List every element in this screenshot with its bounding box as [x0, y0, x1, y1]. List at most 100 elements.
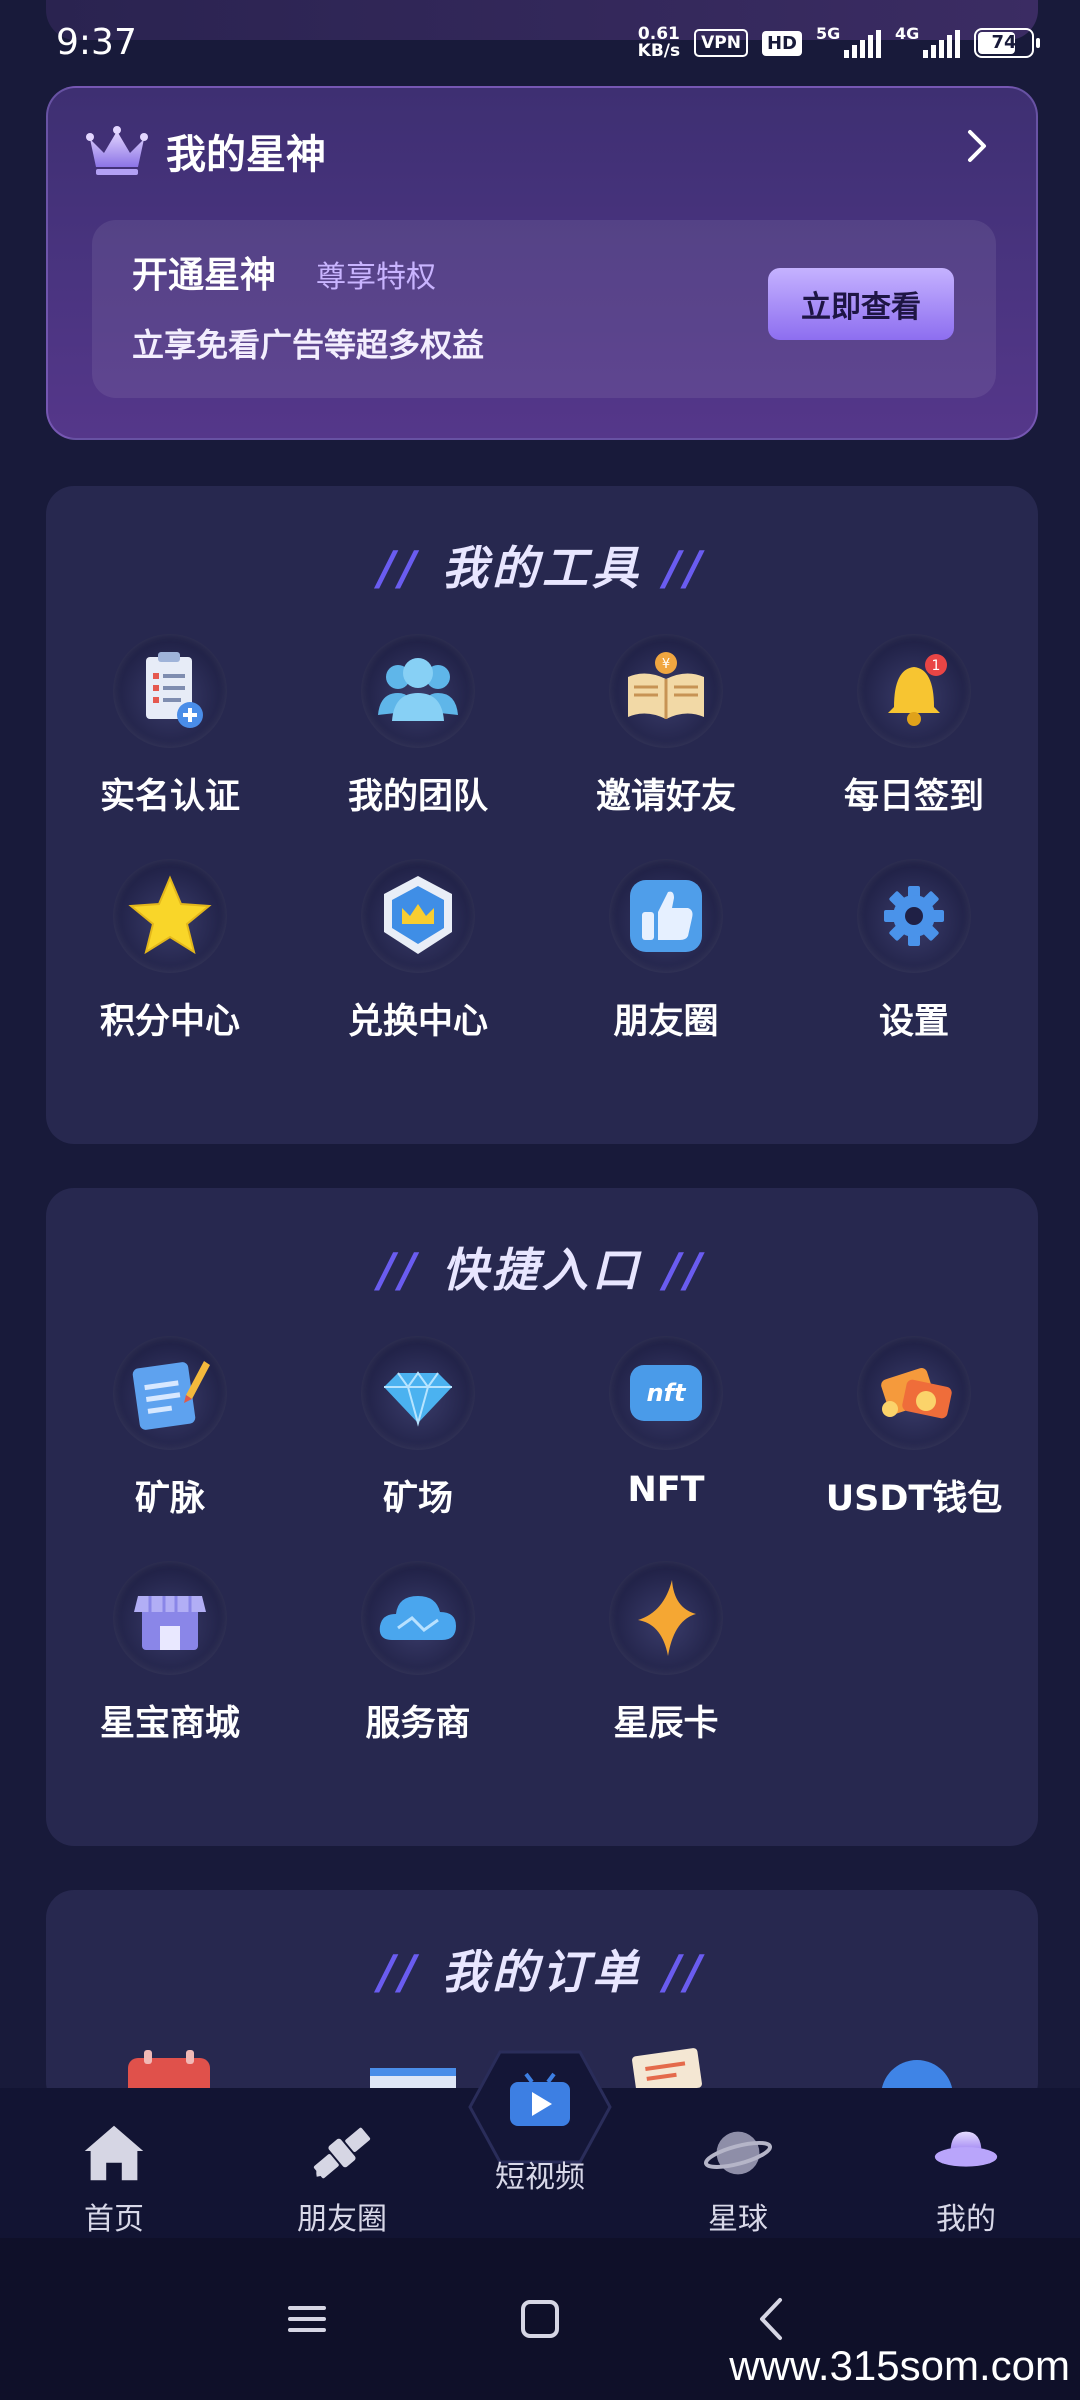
tool-label: 设置	[878, 1002, 949, 1042]
tool-settings[interactable]: 设置	[790, 859, 1038, 1044]
network-label-1: 5G	[816, 24, 841, 43]
status-icons: 0.61 KB/s VPN HD 5G 4G 74	[638, 24, 1040, 60]
tool-label: 实名认证	[99, 777, 240, 817]
tools-panel: //我的工具// 实名认证 我的团队 ¥ 邀请好友 1 每日签到 积分中心 兑换…	[46, 486, 1038, 1144]
nav-short-video[interactable]: 短视频	[460, 2042, 620, 2196]
vip-promo: 开通星神 尊享特权 立享免看广告等超多权益 立即查看	[92, 220, 996, 398]
watermark: www.315som.com	[729, 2342, 1070, 2389]
nav-label: 我的	[936, 2202, 996, 2237]
star-icon	[128, 875, 212, 955]
hd-badge: HD	[761, 30, 802, 56]
shortcuts-panel: //快捷入口// 矿脉 矿场 nft NFT USDT钱包 星宝商城 服务商 星…	[46, 1188, 1038, 1846]
shortcut-label: NFT	[627, 1470, 705, 1510]
tool-my-team[interactable]: 我的团队	[294, 634, 542, 819]
svg-text:1: 1	[932, 658, 941, 674]
notepad-icon	[132, 1361, 210, 1430]
vip-heading: 开通星神	[132, 255, 277, 296]
shortcut-star-card[interactable]: 星辰卡	[542, 1561, 790, 1746]
id-verify-icon	[146, 652, 203, 728]
shortcut-label: 星宝商城	[99, 1704, 240, 1744]
network-label-2: 4G	[895, 24, 920, 43]
bottom-nav: 首页 朋友圈 短视频 星球 我的	[0, 2050, 1080, 2238]
shortcut-service-provider[interactable]: 服务商	[294, 1561, 542, 1746]
chevron-right-icon[interactable]	[964, 128, 990, 164]
shortcuts-title-row: //快捷入口//	[378, 1243, 706, 1297]
status-bar: 9:37 0.61 KB/s VPN HD 5G 4G 74	[0, 0, 1080, 96]
vip-description: 立享免看广告等超多权益	[132, 326, 485, 364]
nav-label: 首页	[84, 2202, 144, 2237]
speed-unit: KB/s	[637, 41, 681, 61]
network-speed: 0.61 KB/s	[638, 26, 680, 60]
tool-daily-checkin[interactable]: 1 每日签到	[790, 634, 1038, 819]
vip-card: 我的星神 开通星神 尊享特权 立享免看广告等超多权益 立即查看	[46, 86, 1038, 440]
tool-moments[interactable]: 朋友圈	[542, 859, 790, 1044]
tool-label: 朋友圈	[613, 1002, 719, 1042]
signal-5g-icon: 5G	[816, 24, 881, 58]
shortcut-star-mall[interactable]: 星宝商城	[46, 1561, 294, 1746]
invite-book-icon: ¥	[628, 652, 704, 719]
wallet-icon	[881, 1368, 952, 1419]
signal-4g-icon: 4G	[895, 24, 960, 58]
orders-title-row: //我的订单//	[378, 1945, 706, 1999]
diamond-icon	[384, 1371, 452, 1427]
calendar-icon[interactable]	[114, 2050, 224, 2090]
nav-planet[interactable]: 星球	[648, 2088, 828, 2238]
tool-label: 每日签到	[843, 777, 984, 817]
tool-label: 我的团队	[347, 777, 488, 817]
tool-exchange-center[interactable]: 兑换中心	[294, 859, 542, 1044]
battery-icon: 74	[974, 28, 1040, 58]
vip-subheading: 尊享特权	[316, 260, 436, 295]
shortcut-vein[interactable]: 矿脉	[46, 1336, 294, 1521]
vip-title: 我的星神	[166, 132, 326, 178]
crown-shield-icon	[384, 876, 452, 954]
shortcuts-grid: 矿脉 矿场 nft NFT USDT钱包 星宝商城 服务商 星辰卡	[46, 1336, 1038, 1746]
battery-level: 74	[991, 32, 1017, 53]
tool-real-name[interactable]: 实名认证	[46, 634, 294, 819]
shortcuts-title: 快捷入口	[442, 1243, 642, 1297]
planet-icon	[703, 2131, 773, 2175]
cloud-icon	[379, 1596, 456, 1640]
tool-label: 兑换中心	[347, 1002, 488, 1042]
shortcut-label: 矿脉	[134, 1479, 205, 1519]
status-time: 9:37	[56, 22, 137, 63]
tool-invite-friends[interactable]: ¥ 邀请好友	[542, 634, 790, 819]
nav-mine[interactable]: 我的	[876, 2088, 1056, 2238]
orders-title: 我的订单	[442, 1945, 642, 1999]
system-nav-bar: www.315som.com	[0, 2238, 1080, 2400]
gear-icon	[884, 886, 944, 946]
nav-home[interactable]: 首页	[24, 2088, 204, 2238]
shortcut-nft[interactable]: nft NFT	[542, 1336, 790, 1521]
nav-moments[interactable]: 朋友圈	[252, 2088, 432, 2238]
nav-label: 星球	[708, 2202, 768, 2237]
tool-label: 邀请好友	[595, 777, 736, 817]
view-now-button[interactable]: 立即查看	[768, 268, 954, 340]
ufo-icon	[934, 2131, 998, 2167]
nav-label: 朋友圈	[297, 2202, 387, 2237]
tools-title: 我的工具	[442, 541, 642, 595]
shortcut-label: 星辰卡	[613, 1704, 719, 1744]
sparkle-icon	[638, 1580, 696, 1656]
shop-icon	[134, 1596, 206, 1650]
svg-text:¥: ¥	[662, 657, 670, 672]
tools-title-row: //我的工具//	[378, 541, 706, 595]
tool-label: 积分中心	[99, 1002, 240, 1042]
shortcut-label: USDT钱包	[825, 1479, 1003, 1519]
shortcut-mine[interactable]: 矿场	[294, 1336, 542, 1521]
tool-points-center[interactable]: 积分中心	[46, 859, 294, 1044]
nav-label: 短视频	[495, 2160, 585, 2195]
shortcut-label: 矿场	[382, 1479, 453, 1519]
receipt-icon[interactable]	[616, 2046, 726, 2090]
team-icon	[378, 658, 458, 721]
shortcut-usdt-wallet[interactable]: USDT钱包	[790, 1336, 1038, 1521]
satellite-icon	[313, 2127, 371, 2179]
home-icon	[84, 2125, 144, 2181]
crown-icon	[86, 126, 148, 175]
menu-icon[interactable]	[272, 2284, 342, 2354]
bell-icon: 1	[888, 654, 947, 726]
thumbs-up-icon	[630, 880, 702, 952]
home-square-icon[interactable]	[505, 2284, 575, 2354]
service-icon[interactable]	[862, 2050, 972, 2090]
vpn-badge: VPN	[694, 29, 748, 57]
nft-icon: nft	[630, 1365, 702, 1421]
shortcut-label: 服务商	[365, 1704, 471, 1744]
